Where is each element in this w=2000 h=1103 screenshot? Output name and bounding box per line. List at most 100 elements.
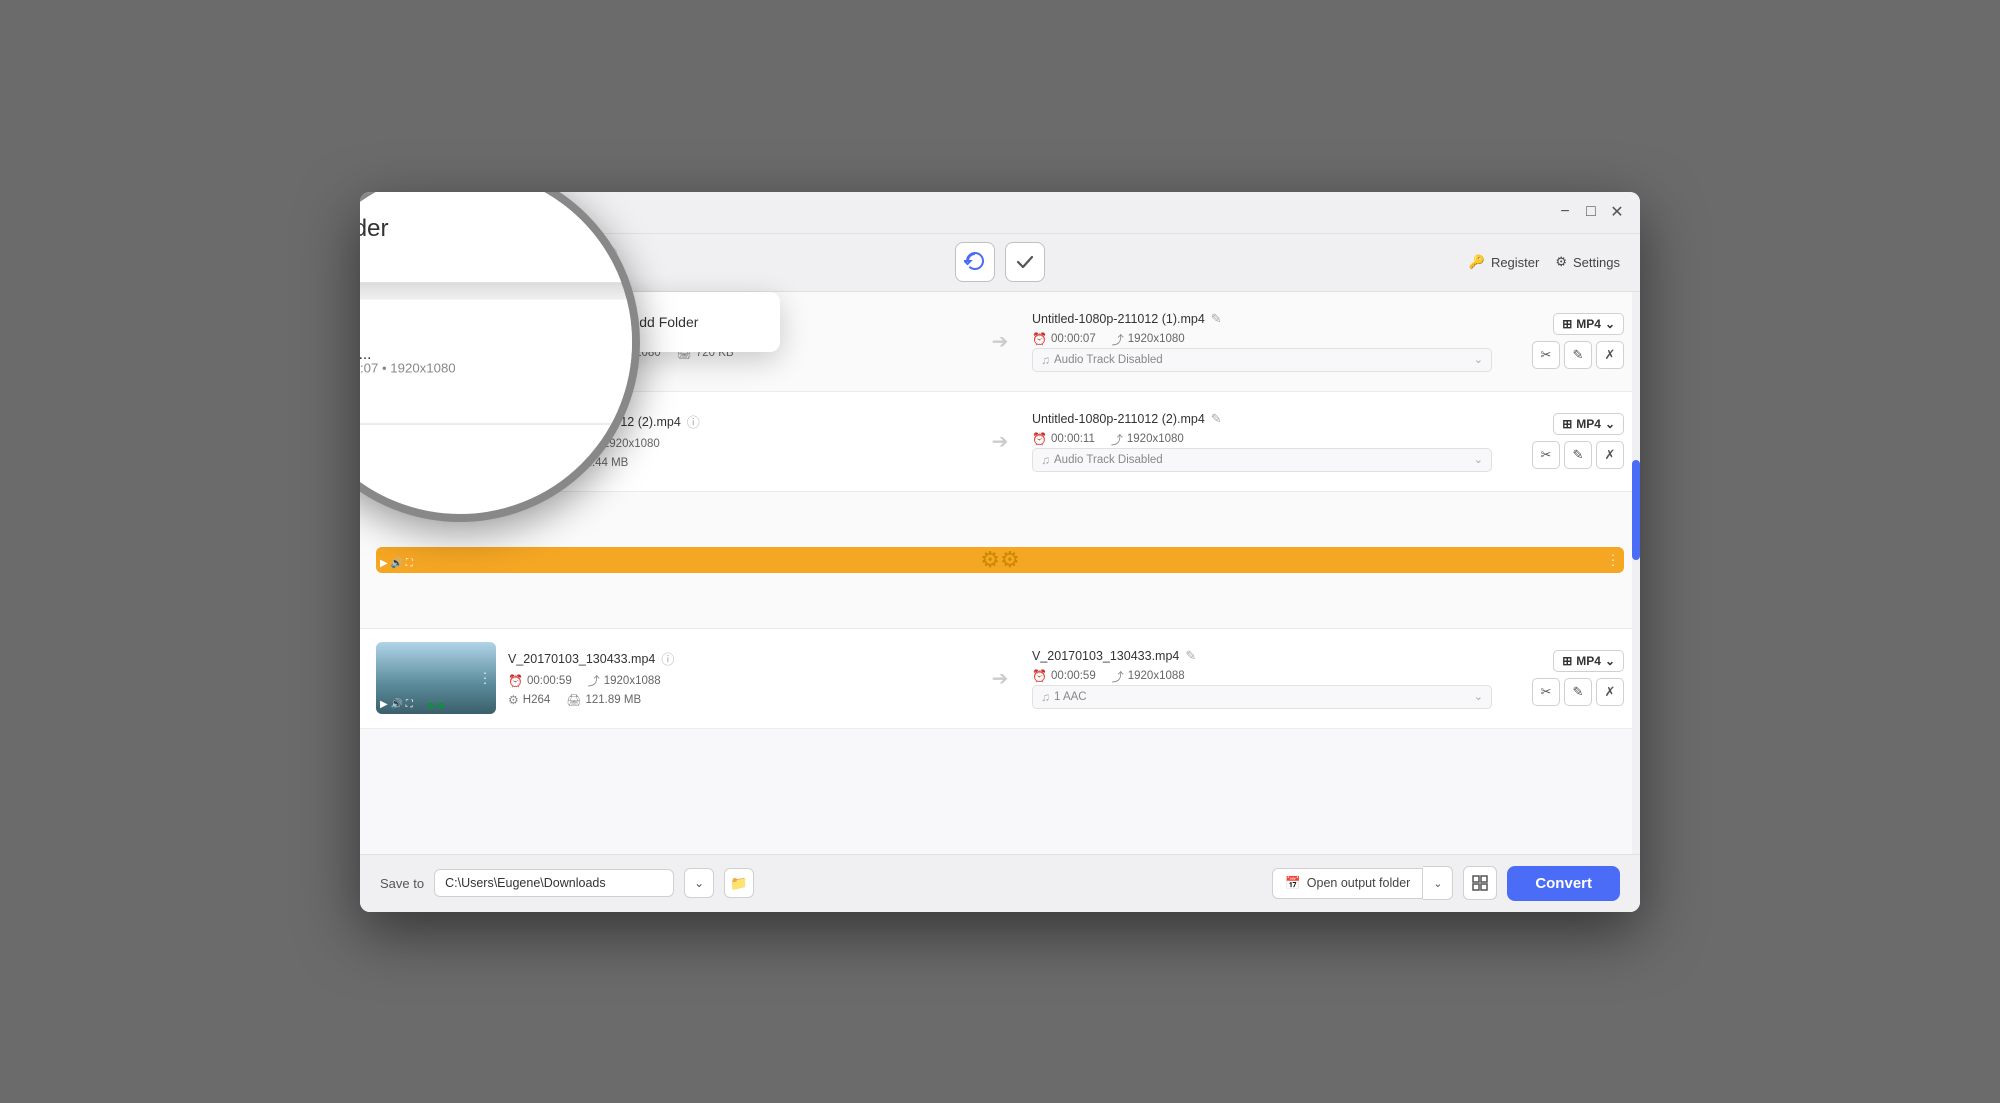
thumbnail: 🌲🌲 ▶ 🔊 ⛶ ⋮ [376, 642, 496, 714]
arrow-right-icon: ➔ [992, 429, 1009, 454]
clock-icon: ⏰ [508, 674, 523, 688]
resolution-meta: ⤴ 1920x1080 [587, 435, 660, 452]
window-title: orbits Video Converter [376, 205, 1558, 220]
edit-button[interactable]: ✎ [1564, 441, 1592, 469]
file-list[interactable]: Download NOW ing a link below ▶ 🔊 ⛶ ⋮ Un… [360, 292, 1640, 854]
scrollbar-thumb[interactable] [1632, 460, 1640, 560]
audio-chevron-icon: ⌄ [1474, 690, 1483, 703]
output-format-tag[interactable]: ⊞ MP4 ⌄ [1553, 650, 1624, 672]
open-output-button[interactable]: 📅 Open output folder [1272, 868, 1423, 899]
output-duration-meta: ⏰ 00:00:07 [1032, 331, 1096, 348]
format-value: MP4 [1576, 417, 1601, 431]
action-buttons: ✂ ✎ ✗ [1532, 441, 1624, 469]
refresh-button[interactable] [955, 242, 995, 282]
thumb-more-icon: ⋮ [1606, 551, 1620, 568]
settings-action-button[interactable]: ✗ [1596, 341, 1624, 369]
thumb-controls: ▶ 🔊 ⛶ [380, 462, 413, 473]
thumb-more-icon: ⋮ [478, 670, 492, 687]
thumbnail: Download NOW ing a link below ▶ 🔊 ⛶ ⋮ [376, 305, 496, 377]
add-folder-menu-item[interactable]: 📁 Add Folder [580, 300, 780, 344]
output-file-name: Untitled-1080p-211012 (2).mp4 [1032, 412, 1205, 426]
clock-icon: ⏰ [1032, 669, 1047, 683]
audio-track-label: Audio Track Disabled [1054, 454, 1163, 466]
audio-track-label: Audio Track Disabled [1054, 354, 1163, 366]
folder-icon: 📁 [600, 312, 620, 332]
audio-track-selector[interactable]: ♫ Audio Track Disabled ⌄ [1032, 448, 1492, 472]
cut-button[interactable]: ✂ [1532, 341, 1560, 369]
thumb-controls: ▶ 🔊 ⛶ [380, 362, 413, 373]
edit-button[interactable]: ✎ [1564, 678, 1592, 706]
clock-icon: ⏰ [1032, 332, 1047, 346]
minimize-button[interactable]: − [1558, 205, 1572, 219]
save-path-dropdown-button[interactable]: ⌄ [684, 868, 714, 898]
info-icon[interactable]: ⓘ [687, 412, 700, 431]
edit-output-name-icon[interactable]: ✎ [1185, 648, 1196, 664]
output-info: V_20170103_130433.mp4 ✎ ⏰ 00:00:59 ⤴ 192… [1032, 648, 1492, 709]
codec-meta: ⚙ H264 [508, 456, 550, 470]
register-button[interactable]: 🔑 Register [1469, 254, 1540, 270]
edit-output-name-icon[interactable]: ✎ [1211, 311, 1222, 327]
save-path-input[interactable] [434, 869, 674, 897]
settings-action-button[interactable]: ✗ [1596, 678, 1624, 706]
open-folder-button[interactable]: 📁 [724, 868, 754, 898]
info-icon[interactable]: ⓘ [661, 649, 674, 668]
toolbar-right-actions: 🔑 Register ⚙ Settings [1469, 254, 1620, 270]
audio-track-selector[interactable]: ♫ Audio Track Disabled ⌄ [1032, 348, 1492, 372]
thumbnail: ⚙⚙ ▶ 🔊 ⛶ ⋮ [376, 547, 1624, 573]
file-name: Untitled-1080p-211012 (2).mp4 [508, 415, 681, 429]
action-buttons: ✂ ✎ ✗ [1532, 341, 1624, 369]
output-format-tag[interactable]: ⊞ MP4 ⌄ [1553, 313, 1624, 335]
key-icon: 🔑 [1469, 254, 1485, 270]
settings-button[interactable]: ⚙ Settings [1555, 254, 1620, 270]
thumb-controls: ▶ 🔊 ⛶ [380, 699, 413, 710]
format-selector-button[interactable]: MP4 ⌄ [546, 247, 617, 278]
titlebar: orbits Video Converter − □ ✕ [360, 192, 1640, 234]
output-format-tag[interactable]: ⊞ MP4 ⌄ [1553, 413, 1624, 435]
app-window: orbits Video Converter − □ ✕ 📄 Add Files… [360, 192, 1640, 912]
checkmark-button[interactable] [1005, 242, 1045, 282]
add-files-button[interactable]: 📄 Add Files [380, 247, 496, 278]
audio-track-selector[interactable]: ♫ 1 AAC ⌄ [1032, 685, 1492, 709]
resize-icon: ⤴ [1111, 431, 1123, 448]
chevron-icon: ⌄ [1605, 654, 1615, 668]
codec-icon: ⚙ [508, 693, 519, 707]
save-to-label: Save to [380, 876, 424, 891]
resize-icon: ⤴ [588, 672, 600, 689]
resize-icon: ⤴ [1112, 668, 1124, 685]
output-resolution-meta: ⤴ 1920x1088 [1112, 668, 1185, 685]
desktop: orbits Video Converter − □ ✕ 📄 Add Files… [300, 142, 1700, 962]
arrow-right-icon: ➔ [992, 666, 1009, 691]
resize-icon: ⤴ [587, 435, 599, 452]
calendar-icon: 📅 [1285, 876, 1301, 891]
grid-icon: ⊞ [1562, 654, 1572, 668]
cut-button[interactable]: ✂ [1532, 678, 1560, 706]
audio-track-label: 1 AAC [1054, 691, 1087, 703]
size-meta: 🖨 121.89 MB [566, 693, 641, 707]
chevron-down-icon: ⌄ [515, 252, 528, 272]
close-button[interactable]: ✕ [1610, 205, 1624, 219]
clock-icon: ⏰ [508, 437, 523, 451]
open-output-dropdown-button[interactable]: ⌄ [1423, 866, 1453, 900]
grid-view-button[interactable] [1463, 866, 1497, 900]
output-actions: ⊞ MP4 ⌄ ✂ ✎ ✗ [1504, 650, 1624, 706]
convert-button[interactable]: Convert [1507, 866, 1620, 901]
file-name: V_20170103_130433.mp4 [508, 652, 655, 666]
grid-icon: ⊞ [1562, 417, 1572, 431]
scrollbar-track [1632, 292, 1640, 854]
cut-button[interactable]: ✂ [1532, 441, 1560, 469]
edit-button[interactable]: ✎ [1564, 341, 1592, 369]
settings-label: Settings [1573, 255, 1620, 270]
add-files-dropdown-button[interactable]: ⌄ [504, 245, 538, 279]
toolbar: 📄 Add Files ⌄ MP4 ⌄ [360, 234, 1640, 292]
edit-output-name-icon[interactable]: ✎ [1211, 411, 1222, 427]
duration-meta: ⏰ 00:00:59 [508, 672, 572, 689]
open-output-label: Open output folder [1307, 876, 1411, 890]
file-info: V_20170103_130433.mp4 ⓘ ⏰ 00:00:59 ⤴ 192… [508, 649, 968, 707]
settings-action-button[interactable]: ✗ [1596, 441, 1624, 469]
maximize-button[interactable]: □ [1584, 205, 1598, 219]
output-file-name: V_20170103_130433.mp4 [1032, 649, 1179, 663]
chevron-icon: ⌄ [1605, 417, 1615, 431]
thumb-gear-icon: ⚙⚙ [980, 547, 1019, 573]
arrow-separator: ➔ [980, 666, 1020, 691]
register-label: Register [1491, 255, 1539, 270]
